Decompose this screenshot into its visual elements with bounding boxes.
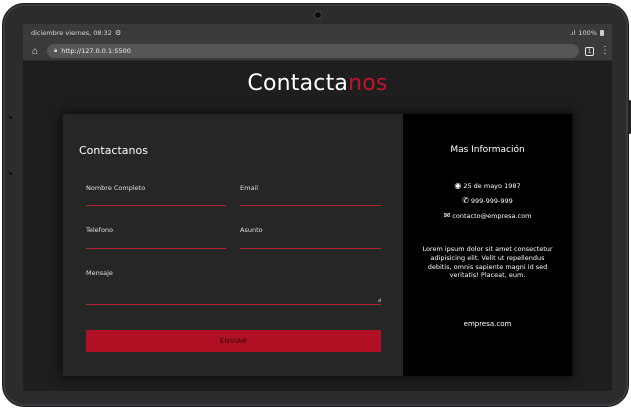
home-icon[interactable]: ⌂ <box>29 46 41 57</box>
email-label: Email <box>240 184 259 192</box>
name-label: Nombre Completo <box>86 184 146 192</box>
url-text: http://127.0.0.1:5500 <box>61 47 131 55</box>
submit-button[interactable]: ENVIAR <box>86 330 381 352</box>
subject-label: Asunto <box>240 226 263 234</box>
info-date: 25 de mayo 1987 <box>463 181 521 190</box>
page-title-main: Contacta <box>247 71 349 96</box>
location-pin-icon: ◉ <box>454 181 462 190</box>
phone-field[interactable]: Telefono <box>86 226 226 250</box>
phone-underline <box>86 248 226 249</box>
status-right: .ıl 100% <box>570 29 604 37</box>
phone-icon: ✆ <box>462 196 469 205</box>
message-underline <box>86 304 381 305</box>
more-menu-icon[interactable]: ⋮ <box>600 46 610 56</box>
message-textarea[interactable]: Mensaje ◢ <box>86 269 381 307</box>
web-page: Contactanos Contactanos Nombre Completo … <box>23 61 612 391</box>
page-title: Contactanos <box>23 71 612 96</box>
name-underline <box>86 205 226 206</box>
form-title: Contactanos <box>79 144 148 157</box>
page-title-accent: nos <box>348 71 388 96</box>
url-bar[interactable]: 🔒︎ http://127.0.0.1:5500 <box>47 44 579 58</box>
battery-icon <box>600 30 604 36</box>
info-phone-row: ✆ 999-999-999 <box>403 196 572 205</box>
status-datetime: diciembre viernes, 08:32 <box>31 29 112 37</box>
lock-icon: 🔒︎ <box>54 47 58 54</box>
side-button <box>9 116 12 119</box>
info-email: contacto@empresa.com <box>452 211 532 220</box>
gear-icon: ⚙ <box>114 29 122 37</box>
camera <box>314 11 322 19</box>
phone-label: Telefono <box>86 226 114 234</box>
screen: diciembre viernes, 08:32 ⚙ .ıl 100% ⌂ 🔒︎… <box>23 24 612 391</box>
info-email-row: ✉ contacto@empresa.com <box>403 211 572 220</box>
info-website[interactable]: empresa.com <box>403 320 572 328</box>
mail-icon: ✉ <box>443 211 451 220</box>
resize-handle-icon[interactable]: ◢ <box>377 297 381 303</box>
message-label: Mensaje <box>86 269 113 277</box>
info-panel: Mas Información ◉ 25 de mayo 1987 ✆ 999-… <box>403 114 572 376</box>
contact-card: Contactanos Nombre Completo Email Telefo… <box>63 114 572 376</box>
info-phone: 999-999-999 <box>470 196 513 205</box>
battery-percent: 100% <box>578 29 597 37</box>
tabs-icon[interactable]: 1 <box>585 46 594 56</box>
side-button <box>9 172 12 175</box>
email-underline <box>240 205 381 206</box>
subject-field[interactable]: Asunto <box>240 226 381 250</box>
info-date-row: ◉ 25 de mayo 1987 <box>403 181 572 190</box>
status-left: diciembre viernes, 08:32 ⚙ <box>31 29 121 37</box>
signal-icon: .ıl <box>569 29 576 37</box>
status-bar: diciembre viernes, 08:32 ⚙ .ıl 100% <box>23 24 612 42</box>
info-description: Lorem ipsum dolor sit amet consectetur a… <box>422 245 553 280</box>
info-title: Mas Información <box>450 145 525 155</box>
contact-form: Contactanos Nombre Completo Email Telefo… <box>63 114 403 376</box>
browser-toolbar: ⌂ 🔒︎ http://127.0.0.1:5500 1 ⋮ <box>23 42 612 61</box>
subject-underline <box>240 248 381 249</box>
email-field[interactable]: Email <box>240 184 381 208</box>
name-field[interactable]: Nombre Completo <box>86 184 226 208</box>
tablet-frame: diciembre viernes, 08:32 ⚙ .ıl 100% ⌂ 🔒︎… <box>2 3 631 407</box>
